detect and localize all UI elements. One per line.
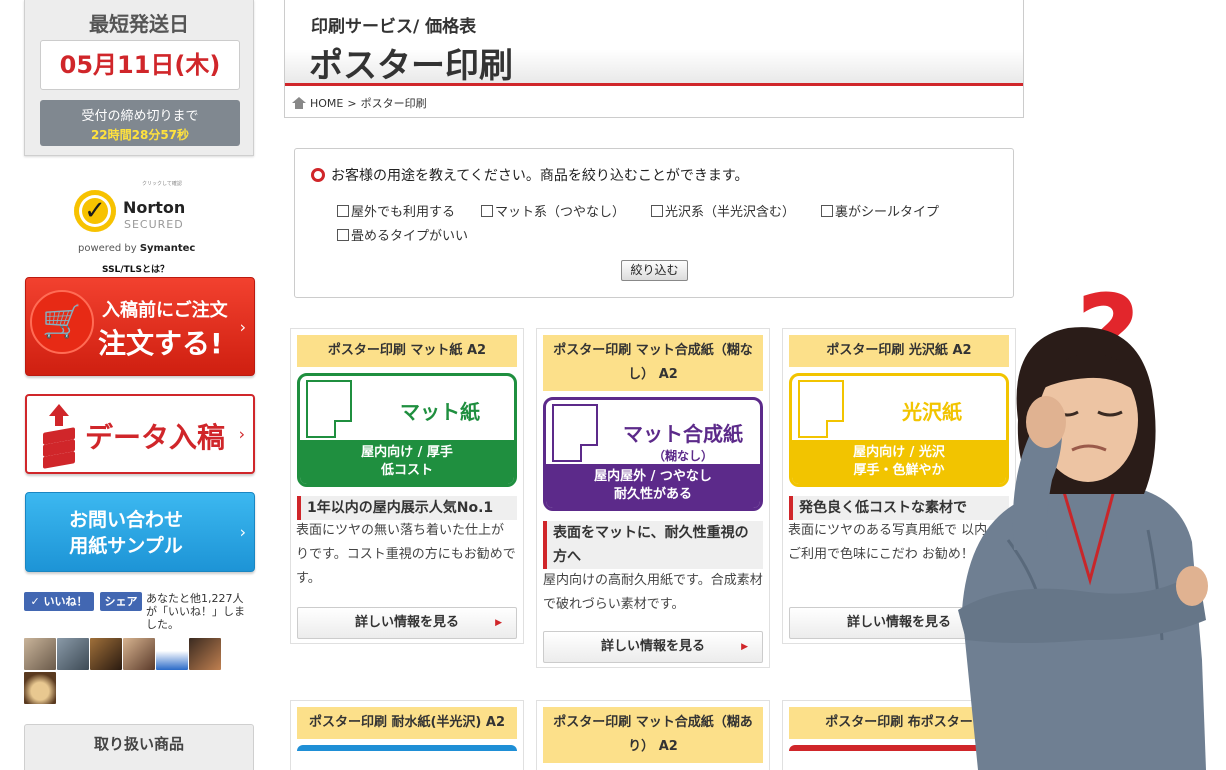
breadcrumb-current: ポスター印刷 [360,97,427,110]
contact-sample-button[interactable]: お問い合わせ 用紙サンプル › [25,492,255,572]
card-title[interactable]: ポスター印刷 マット合成紙（糊なし） A2 [543,335,763,391]
page-title-area: 印刷サービス/ 価格表 ポスター印刷 [285,0,1023,86]
avatar[interactable] [156,638,188,670]
card-title[interactable]: ポスター印刷 マット合成紙（糊あり） A2 [543,707,763,763]
cart-icon: 🛒 [30,290,94,354]
chevron-right-icon: › [239,317,246,336]
card-title[interactable]: ポスター印刷 マット紙 A2 [297,335,517,367]
data-upload-button[interactable]: データ入稿 › [25,394,255,474]
checkbox[interactable] [821,204,833,217]
product-card-matte: ポスター印刷 マット紙 A2 マット紙 屋内向け / 厚手 低コスト 1年以内の屋… [290,328,524,644]
facebook-like-count: あなたと他1,227人が「いいね！」しました。 [146,592,245,631]
checkbox[interactable] [651,204,663,217]
checkbox[interactable] [337,228,349,241]
shipping-date-box: 最短発送日 05月11日(木) 受付の締め切りまで 22時間28分57秒 [24,0,254,156]
card-heading: 1年以内の屋内展示人気No.1 [297,496,517,520]
product-name-sub: （糊なし） [652,449,713,463]
chevron-right-icon: › [238,424,245,444]
facebook-friend-avatars [24,638,224,704]
facebook-like-button[interactable]: ✓ いいね！ [24,592,94,611]
page-header: 印刷サービス/ 価格表 ポスター印刷 HOME > ポスター印刷 [284,0,1024,118]
checkbox[interactable] [337,204,349,217]
product-name: マット紙 [400,400,480,424]
products-menu-title: 取り扱い商品 [93,735,184,753]
order-button[interactable]: 🛒 入稿前にご注文 注文する! › [25,277,255,376]
filter-question: お客様の用途を教えてください。商品を絞り込むことができます。 [311,165,748,185]
breadcrumb: HOME > ポスター印刷 [292,95,427,111]
order-button-label: 注文する! [98,327,223,360]
norton-secured-label: SECURED [124,218,184,231]
filter-option-foldable[interactable]: 畳めるタイプがいい [337,225,468,244]
filter-submit-button[interactable]: 絞り込む [621,260,688,281]
norton-check-icon: ✓ [74,190,116,232]
norton-secured-seal[interactable]: クリックして確認 ✓ Norton SECURED powered by Sym… [68,180,208,258]
breadcrumb-separator: > [347,96,357,110]
filter-option-outdoor[interactable]: 屋外でも利用する [337,201,455,220]
facebook-share-button[interactable]: シェア [100,592,142,611]
card-title[interactable]: ポスター印刷 耐水紙(半光沢) A2 [297,707,517,739]
confused-person-illustration: ? [948,280,1226,770]
avatar[interactable] [57,638,89,670]
product-image-matte-synthetic[interactable]: マット合成紙 （糊なし） 屋内屋外 / つやなし 耐久性がある [543,397,763,511]
home-icon [292,97,306,109]
product-card-matte-synthetic-adhesive: ポスター印刷 マット合成紙（糊あり） A2 [536,700,770,770]
product-image-top [297,745,517,751]
page-title: ポスター印刷 [309,46,513,86]
caret-right-icon: ▶ [495,618,502,628]
page-subtitle: 印刷サービス/ 価格表 [311,17,477,37]
avatar[interactable] [24,638,56,670]
person-figure [958,327,1208,770]
products-menu-header[interactable]: 取り扱い商品 [24,724,254,770]
norton-powered-by: powered by Symantec [78,243,196,254]
upload-layers-icon [41,404,77,469]
product-image-matte[interactable]: マット紙 屋内向け / 厚手 低コスト [297,373,517,487]
product-card-waterproof: ポスター印刷 耐水紙(半光沢) A2 [290,700,524,770]
avatar[interactable] [90,638,122,670]
deadline-panel: 受付の締め切りまで 22時間28分57秒 [40,100,240,146]
breadcrumb-home-link[interactable]: HOME [310,97,343,110]
avatar[interactable] [24,672,56,704]
shipping-title: 最短発送日 [89,12,189,36]
circle-bullet-icon [311,168,325,182]
card-description: 屋内向けの高耐久用紙です。合成素材で破れづらい素材です。 [543,573,763,612]
product-card-matte-synthetic: ポスター印刷 マット合成紙（糊なし） A2 マット合成紙 （糊なし） 屋内屋外 … [536,328,770,668]
filter-option-matte[interactable]: マット系（つやなし） [481,201,625,220]
filter-question-text: お客様の用途を教えてください。商品を絞り込むことができます。 [331,168,749,184]
product-band: 屋内屋外 / つやなし 耐久性がある [546,464,760,508]
paper-icon [798,380,844,438]
card-description: 表面にツヤの無い落ち着いた仕上がりです。コスト重視の方にもお勧めです。 [296,523,516,586]
ssl-info-link[interactable]: SSL/TLSとは？ [102,262,169,275]
order-button-sub: 入稿前にご注文 [102,300,228,321]
norton-brand: Norton [123,198,186,217]
checkbox[interactable] [481,204,493,217]
paper-icon [552,404,598,462]
facebook-like-widget: ✓ いいね！ シェア あなたと他1,227人が「いいね！」しました。 [24,592,254,632]
caret-right-icon: ▶ [741,642,748,652]
usage-filter-panel: お客様の用途を教えてください。商品を絞り込むことができます。 屋外でも利用する … [294,148,1014,298]
shipping-date: 05月11日(木) [40,40,240,90]
product-band: 屋内向け / 厚手 低コスト [300,440,514,484]
avatar[interactable] [123,638,155,670]
deadline-countdown: 22時間28分57秒 [90,128,190,142]
contact-button-label: お問い合わせ 用紙サンプル [68,509,183,557]
details-button[interactable]: 詳しい情報を見る▶ [297,607,517,639]
chevron-right-icon: › [239,522,246,542]
details-button[interactable]: 詳しい情報を見る▶ [543,631,763,663]
card-heading: 表面をマットに、耐久性重視の方へ [543,521,763,569]
product-name: マット合成紙 （糊なし） [608,418,758,464]
filter-option-sticker[interactable]: 裏がシールタイプ [821,201,939,220]
filter-option-gloss[interactable]: 光沢系（半光沢含む） [651,201,795,220]
data-upload-label: データ入稿 [85,421,226,454]
norton-click-label: クリックして確認 [142,181,182,187]
paper-icon [306,380,352,438]
deadline-label: 受付の締め切りまで [81,109,199,124]
avatar[interactable] [189,638,221,670]
